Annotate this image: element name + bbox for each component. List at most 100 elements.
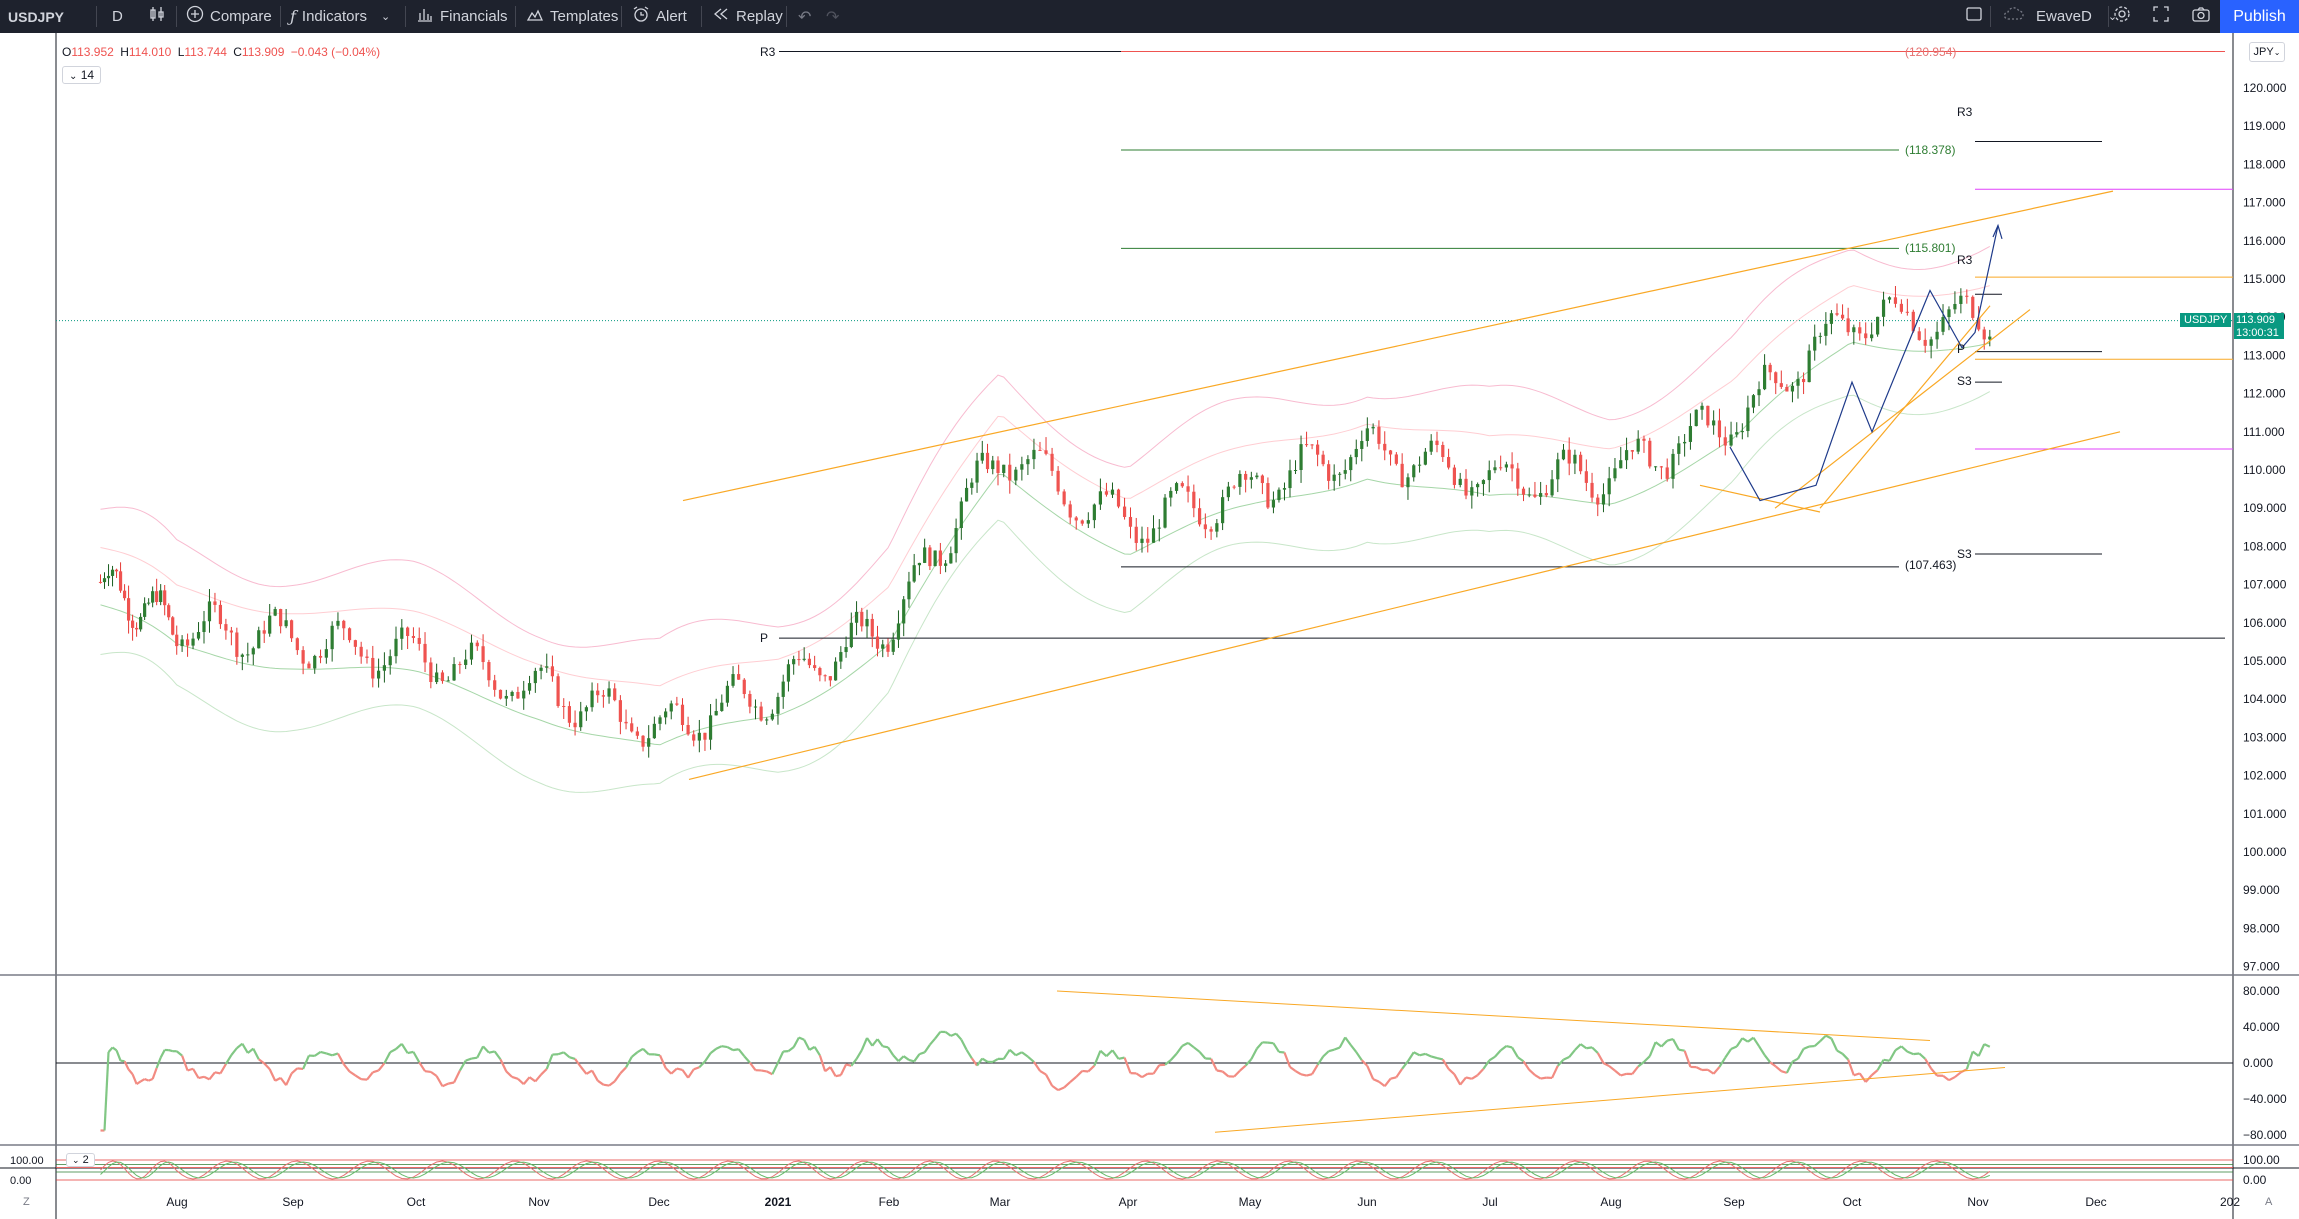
candle-body: [923, 547, 927, 563]
layout-menu[interactable]: EwaveD ⌄: [2002, 0, 2117, 33]
price-tick-label: 108.000: [2243, 539, 2287, 553]
candle-body: [1923, 339, 1927, 346]
candle-body: [464, 659, 468, 665]
financials-button[interactable]: Financials: [416, 0, 508, 33]
candles-icon: [148, 5, 166, 28]
candle-body: [1282, 488, 1287, 490]
candle-body: [359, 646, 363, 657]
candle-body: [1032, 449, 1036, 460]
candle-body: [1504, 464, 1508, 468]
candle-body: [786, 664, 791, 682]
currency-dropdown[interactable]: JPY⌄: [2249, 42, 2285, 62]
candle-body: [1192, 491, 1196, 509]
settings-button[interactable]: [2113, 0, 2131, 33]
candle-body: [400, 627, 404, 639]
candle-body: [1140, 538, 1144, 543]
candle-body: [1232, 486, 1236, 488]
candle-body: [980, 452, 984, 461]
candle-body: [347, 628, 352, 641]
timezone-button[interactable]: Z: [23, 1196, 30, 1208]
candle-body: [708, 715, 713, 740]
candle-body: [1423, 451, 1427, 465]
candle-body: [1636, 438, 1640, 452]
candle-body: [1840, 314, 1845, 319]
fullscreen-layout-button[interactable]: [1965, 0, 1983, 33]
price-tick-label: 107.000: [2243, 578, 2287, 592]
candle-body: [1807, 350, 1811, 383]
price-tick-label: 102.000: [2243, 769, 2287, 783]
bar-countdown: 13:00:31: [2234, 327, 2284, 339]
publish-button[interactable]: Publish: [2220, 0, 2299, 33]
fullscreen-button[interactable]: [2152, 0, 2170, 33]
templates-button[interactable]: Templates: [526, 0, 618, 33]
candle-body: [159, 590, 163, 603]
rsi-segment: [148, 1077, 154, 1082]
price-tick-label: 101.000: [2243, 807, 2287, 821]
compare-button[interactable]: Compare: [186, 0, 272, 33]
indicators-button[interactable]: ƒ Indicators ⌄: [290, 0, 390, 33]
lower-indicator-legend-toggle[interactable]: ⌄ 2: [66, 1153, 95, 1167]
candle-body: [828, 676, 832, 681]
candle-body: [171, 617, 175, 635]
candle-body: [118, 571, 123, 591]
candle-body: [1062, 491, 1066, 505]
candle-body: [469, 642, 474, 660]
candle-body: [1630, 450, 1634, 452]
candle-body: [1683, 441, 1687, 444]
chevron-down-icon: ⌄: [380, 11, 391, 23]
candle-body: [114, 569, 119, 572]
replay-button[interactable]: Replay: [712, 0, 783, 33]
publish-label: Publish: [2233, 7, 2286, 25]
chart-canvas[interactable]: 120.000 119.000 118.000 117.000 116.000 115.0…: [0, 33, 2299, 1219]
close-value: 113.909: [241, 45, 285, 59]
alert-label: Alert: [656, 8, 687, 25]
chart-type-button[interactable]: [148, 0, 166, 33]
rsi-segment: [424, 1070, 431, 1073]
candle-body: [1435, 440, 1439, 445]
price-tick-label: 109.000: [2243, 501, 2287, 515]
snapshot-button[interactable]: [2191, 0, 2211, 33]
rsi-tick-label: −80.000: [2243, 1128, 2287, 1142]
currency-label: JPY: [2253, 46, 2274, 58]
candle-body: [562, 706, 566, 708]
candle-body: [675, 703, 679, 705]
candle-body: [781, 681, 785, 697]
candle-body: [1186, 486, 1190, 492]
candle-body: [388, 656, 392, 666]
candle-body: [522, 690, 526, 699]
candle-body: [1447, 457, 1451, 468]
candle-body: [1209, 529, 1213, 532]
candle-body: [504, 695, 508, 699]
candle-body: [1266, 483, 1270, 508]
candle-body: [493, 680, 497, 690]
candle-body: [1965, 295, 1969, 297]
candle-body: [435, 672, 439, 683]
redo-button[interactable]: ↷: [826, 0, 839, 33]
rsi-segment: [1328, 1048, 1335, 1053]
divider: [1990, 6, 1991, 27]
candle-body: [1947, 309, 1951, 318]
candle-body: [185, 639, 190, 646]
time-tick-label: Aug: [166, 1195, 187, 1209]
candle-body: [163, 590, 167, 606]
rsi-segment: [1216, 1069, 1223, 1073]
candle-body: [1653, 466, 1658, 468]
interval-button[interactable]: D: [112, 0, 123, 33]
auto-scale-button[interactable]: A: [2265, 1196, 2272, 1208]
alert-button[interactable]: Alert: [632, 0, 687, 33]
candle-body: [307, 663, 311, 669]
candle-body: [1086, 520, 1090, 524]
candle-body: [406, 627, 410, 637]
candle-body: [770, 713, 774, 720]
undo-button[interactable]: ↶: [798, 0, 811, 33]
rsi-segment: [471, 1056, 478, 1060]
candle-body: [268, 615, 272, 634]
indicator-legend-toggle[interactable]: ⌄ 14: [62, 66, 102, 84]
open-label: O: [62, 45, 72, 59]
candle-body: [1116, 489, 1121, 507]
candle-body: [1008, 464, 1012, 481]
rsi-segment: [1586, 1046, 1593, 1050]
symbol-search[interactable]: USDJPY: [8, 0, 64, 33]
templates-label: Templates: [550, 8, 619, 25]
change-value: −0.043 (−0.04%): [290, 45, 381, 59]
